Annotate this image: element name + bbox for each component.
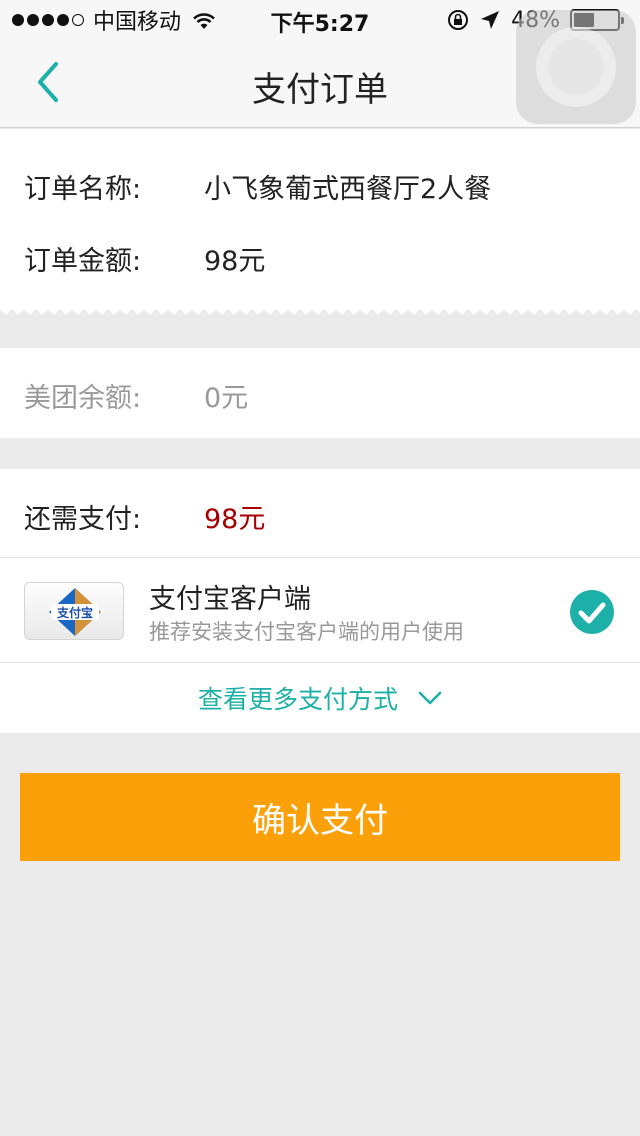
balance-label: 美团余额: (24, 383, 142, 414)
confirm-payment-button[interactable]: 确认支付 (20, 773, 620, 861)
payment-method-name[interactable]: 支付宝客户端 (149, 577, 311, 616)
alipay-logo[interactable]: 支付宝 (24, 582, 124, 640)
checkmark-circle-icon[interactable] (570, 590, 614, 634)
order-amount-value: 98元 (204, 246, 266, 277)
assistive-touch-button[interactable] (516, 10, 636, 124)
amount-due-label: 还需支付: (24, 504, 142, 535)
balance-card: 美团余额: 0元 (0, 348, 640, 438)
chevron-down-icon (418, 691, 442, 704)
more-payment-methods-button[interactable]: 查看更多支付方式 (0, 662, 640, 733)
more-payment-methods-label: 查看更多支付方式 (197, 684, 398, 714)
alipay-logo-mark: 支付宝 (49, 588, 101, 636)
order-name-value: 小飞象葡式西餐厅2人餐 (204, 174, 492, 205)
balance-value: 0元 (204, 383, 249, 414)
payment-card: 还需支付: 98元 支付宝 支付宝客户端 推荐安装支付宝客户端的用户使用 查看更… (0, 469, 640, 733)
receipt-edge-divider (0, 305, 640, 315)
location-arrow-icon (481, 11, 500, 29)
payment-method-description: 推荐安装支付宝客户端的用户使用 (149, 620, 464, 644)
alipay-logo-text: 支付宝 (56, 605, 93, 620)
amount-due-value: 98元 (204, 504, 266, 535)
order-name-label: 订单名称: (24, 174, 142, 205)
divider (0, 557, 640, 558)
order-info-card: 订单名称: 小飞象葡式西餐厅2人餐 订单金额: 98元 (0, 129, 640, 305)
order-amount-label: 订单金额: (24, 246, 142, 277)
rotation-lock-icon (448, 10, 469, 30)
